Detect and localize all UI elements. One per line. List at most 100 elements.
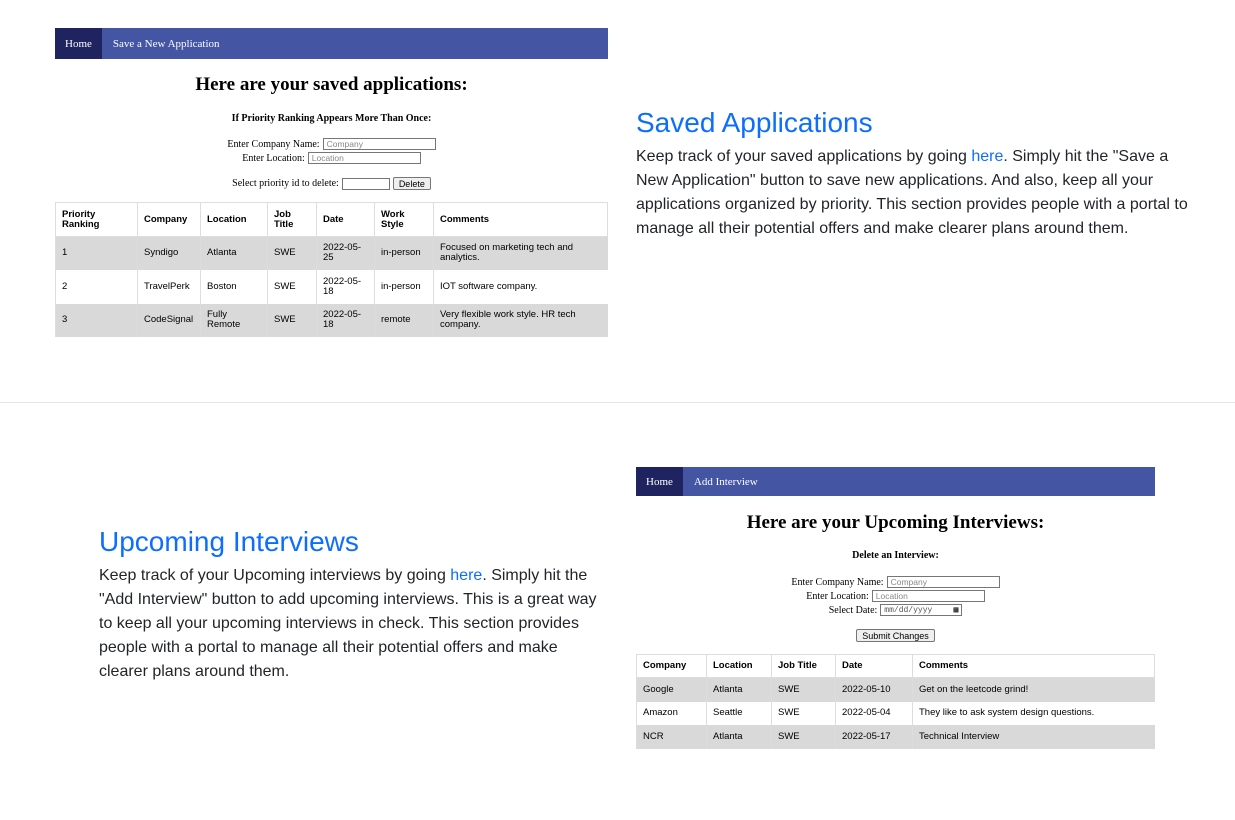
company-input[interactable]: Company	[322, 138, 436, 150]
column-header: Location	[200, 202, 268, 237]
table-cell: They like to ask system design questions…	[912, 701, 1155, 725]
table-cell: 1	[55, 236, 138, 270]
interview-company-row: Enter Company Name: Company	[636, 576, 1155, 588]
table-row: 3 CodeSignal Fully Remote SWE 2022-05-18…	[55, 303, 608, 337]
table-cell: SWE	[771, 701, 836, 725]
table-cell: remote	[374, 303, 434, 337]
table-header-row: Company Location Job Title Date Comments	[636, 654, 1155, 678]
saved-applications-heading: Saved Applications	[636, 107, 873, 138]
column-header: Priority Ranking	[55, 202, 138, 237]
table-cell: 2022-05-04	[835, 701, 913, 725]
table-cell: Atlanta	[706, 724, 772, 749]
saved-applications-section: Saved Applications Keep track of your sa…	[636, 107, 1196, 241]
table-row: 1 Syndigo Atlanta SWE 2022-05-25 in-pers…	[55, 236, 608, 270]
table-row: Amazon Seattle SWE 2022-05-04 They like …	[636, 701, 1155, 725]
company-label: Enter Company Name:	[227, 138, 320, 150]
company-label: Enter Company Name:	[791, 576, 884, 588]
table-row: Google Atlanta SWE 2022-05-10 Get on the…	[636, 677, 1155, 702]
upcoming-interviews-here-link[interactable]: here	[450, 567, 482, 584]
table-cell: SWE	[771, 724, 836, 749]
column-header: Job Title	[267, 202, 317, 237]
table-cell: in-person	[374, 269, 434, 304]
nav-home-link[interactable]: Home	[55, 28, 102, 59]
company-row: Enter Company Name: Company	[55, 138, 608, 150]
table-cell: Amazon	[636, 701, 707, 725]
saved-applications-screenshot: Home Save a New Application Here are you…	[55, 28, 608, 338]
column-header: Job Title	[771, 654, 836, 678]
table-header-row: Priority Ranking Company Location Job Ti…	[55, 202, 608, 237]
delete-button[interactable]: Delete	[392, 177, 431, 190]
table-cell: Syndigo	[137, 236, 201, 270]
table-cell: 2022-05-10	[835, 677, 913, 702]
table-cell: Fully Remote	[200, 303, 268, 337]
saved-app-title: Here are your saved applications:	[195, 74, 468, 95]
table-cell: Focused on marketing tech and analytics.	[433, 236, 608, 270]
column-header: Date	[316, 202, 375, 237]
saved-app-subtitle: If Priority Ranking Appears More Than On…	[231, 113, 432, 124]
column-header: Comments	[912, 654, 1155, 678]
column-header: Location	[706, 654, 772, 678]
table-cell: Very flexible work style. HR tech compan…	[433, 303, 608, 337]
table-cell: IOT software company.	[433, 269, 608, 304]
table-cell: NCR	[636, 724, 707, 749]
location-input[interactable]: Location	[871, 590, 985, 602]
column-header: Company	[137, 202, 201, 237]
calendar-icon[interactable]: ▦	[953, 605, 958, 615]
date-input[interactable]: mm/dd/yyyy ▦	[880, 604, 963, 616]
table-cell: SWE	[267, 236, 317, 270]
table-cell: TravelPerk	[137, 269, 201, 304]
interview-date-row: Select Date: mm/dd/yyyy ▦	[636, 604, 1155, 616]
table-cell: Get on the leetcode grind!	[912, 677, 1155, 702]
saved-applications-description: Keep track of your saved applications by…	[636, 148, 1188, 237]
table-cell: SWE	[267, 303, 317, 337]
table-cell: 2022-05-25	[316, 236, 375, 270]
nav-save-application-link[interactable]: Save a New Application	[102, 28, 231, 59]
upcoming-interviews-screenshot: Home Add Interview Here are your Upcomin…	[636, 467, 1155, 750]
table-cell: SWE	[267, 269, 317, 304]
column-header: Work Style	[374, 202, 434, 237]
priority-input[interactable]	[341, 177, 390, 190]
table-cell: Technical Interview	[912, 724, 1155, 749]
submit-row: Submit Changes	[636, 629, 1155, 642]
upcoming-interviews-section: Upcoming Interviews Keep track of your U…	[99, 526, 609, 684]
date-label: Select Date:	[828, 604, 878, 616]
nav-home-link[interactable]: Home	[636, 467, 683, 496]
table-cell: Boston	[200, 269, 268, 304]
location-label: Enter Location:	[242, 152, 305, 164]
saved-applications-table: Priority Ranking Company Location Job Ti…	[55, 202, 608, 337]
date-placeholder: mm/dd/yyyy	[884, 605, 933, 615]
submit-changes-button[interactable]: Submit Changes	[856, 629, 935, 642]
interview-app-navbar: Home Add Interview	[636, 467, 1155, 496]
table-cell: Google	[636, 677, 707, 702]
table-cell: Atlanta	[200, 236, 268, 270]
location-row: Enter Location: Location	[55, 152, 608, 164]
column-header: Date	[835, 654, 913, 678]
location-input[interactable]: Location	[307, 152, 421, 164]
upcoming-interviews-heading: Upcoming Interviews	[99, 526, 359, 557]
table-cell: 3	[55, 303, 138, 337]
table-cell: in-person	[374, 236, 434, 270]
upcoming-interviews-description: Keep track of your Upcoming interviews b…	[99, 567, 597, 680]
priority-row: Select priority id to delete: Delete	[55, 177, 608, 190]
table-row: 2 TravelPerk Boston SWE 2022-05-18 in-pe…	[55, 269, 608, 304]
company-input[interactable]: Company	[886, 576, 1000, 588]
upcoming-interviews-table: Company Location Job Title Date Comments…	[636, 654, 1155, 749]
table-cell: 2022-05-18	[316, 269, 375, 304]
priority-label: Select priority id to delete:	[232, 178, 339, 189]
saved-applications-here-link[interactable]: here	[971, 148, 1003, 165]
column-header: Company	[636, 654, 707, 678]
table-cell: Atlanta	[706, 677, 772, 702]
saved-app-navbar: Home Save a New Application	[55, 28, 608, 59]
nav-add-interview-link[interactable]: Add Interview	[683, 467, 769, 496]
column-header: Comments	[433, 202, 608, 237]
interview-app-subtitle: Delete an Interview:	[852, 550, 939, 561]
section-divider	[0, 402, 1235, 403]
interview-location-row: Enter Location: Location	[636, 590, 1155, 602]
table-cell: Seattle	[706, 701, 772, 725]
table-row: NCR Atlanta SWE 2022-05-17 Technical Int…	[636, 724, 1155, 749]
table-cell: CodeSignal	[137, 303, 201, 337]
table-cell: 2	[55, 269, 138, 304]
interview-app-title: Here are your Upcoming Interviews:	[746, 512, 1045, 533]
table-cell: 2022-05-17	[835, 724, 913, 749]
table-cell: 2022-05-18	[316, 303, 375, 337]
